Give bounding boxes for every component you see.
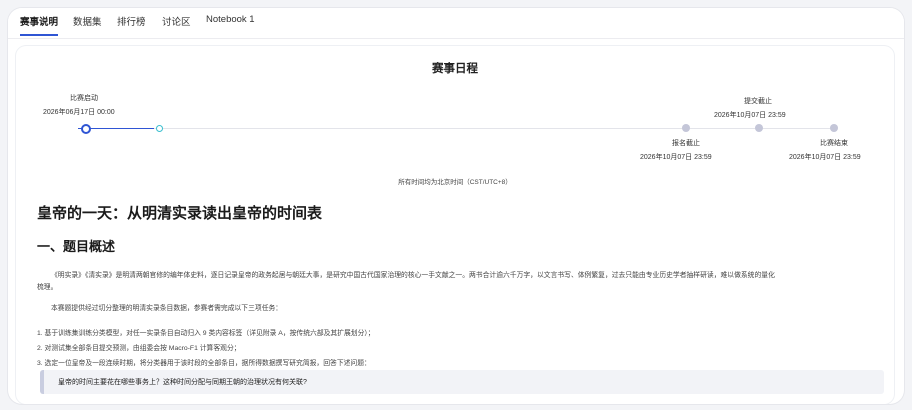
schedule-title: 赛事日程	[432, 63, 478, 75]
milestone-end-label: 比赛结束	[820, 140, 848, 147]
task-item-3: 3. 选定一位皇帝及一段连续时期，将分类器用于该时段的全部条目，据所得数据撰写研…	[37, 360, 371, 367]
tab-discussion[interactable]: 讨论区	[162, 14, 191, 34]
milestone-end-date: 2026年10月07日 23:59	[789, 154, 861, 161]
tab-notebook[interactable]: Notebook 1	[206, 14, 255, 31]
milestone-start-dot	[81, 124, 91, 134]
milestone-submission-date: 2026年10月07日 23:59	[714, 112, 786, 119]
task-intro: 本赛题提供经过切分整理的明清实录条目数据，参赛者需完成以下三项任务：	[51, 305, 283, 312]
task-item-2: 2. 对测试集全部条目提交预测，由组委会按 Macro-F1 计算客观分；	[37, 345, 241, 352]
milestone-start-label: 比赛启动	[70, 95, 98, 102]
intro-paragraph-line2: 梳理。	[37, 284, 58, 291]
tab-dataset[interactable]: 数据集	[73, 14, 102, 34]
milestone-submission-dot	[755, 124, 763, 132]
section-heading-overview: 一、题目概述	[37, 239, 116, 254]
tab-competition-info[interactable]: 赛事说明	[20, 14, 59, 36]
content-card: 赛事日程 比赛启动 2026年06月17日 00:00 报名截止 2026年10…	[16, 46, 894, 404]
milestone-next-dot	[156, 125, 163, 132]
research-question-blockquote: 皇帝的时间主要花在哪些事务上？这种时间分配与同期王朝的治理状况有何关联?	[40, 370, 884, 394]
research-question: 皇帝的时间主要花在哪些事务上？这种时间分配与同期王朝的治理状况有何关联?	[58, 379, 307, 386]
tab-bar: 赛事说明 数据集 排行榜 讨论区 Notebook 1	[8, 8, 904, 39]
milestone-registration-date: 2026年10月07日 23:59	[640, 154, 712, 161]
milestone-start-date: 2026年06月17日 00:00	[43, 109, 115, 116]
timezone-note: 所有时间均为北京时间（CST/UTC+8）	[398, 179, 512, 186]
milestone-registration-label: 报名截止	[672, 140, 700, 147]
tab-leaderboard[interactable]: 排行榜	[117, 14, 146, 34]
timeline-track	[154, 128, 836, 129]
milestone-submission-label: 提交截止	[744, 98, 772, 105]
milestone-registration-dot	[682, 124, 690, 132]
page-title: 皇帝的一天：从明清实录读出皇帝的时间表	[37, 205, 323, 222]
milestone-end-dot	[830, 124, 838, 132]
intro-paragraph-line1: 《明实录》《清实录》是明清两朝官修的编年体史料，逐日记录皇帝的政务起居与朝廷大事…	[51, 272, 775, 279]
task-item-1: 1. 基于训练集训练分类模型，对任一实录条目自动归入 9 类内容标签（详见附录 …	[37, 330, 375, 337]
app-frame: 赛事说明 数据集 排行榜 讨论区 Notebook 1 赛事日程 比赛启动 20…	[8, 8, 904, 404]
